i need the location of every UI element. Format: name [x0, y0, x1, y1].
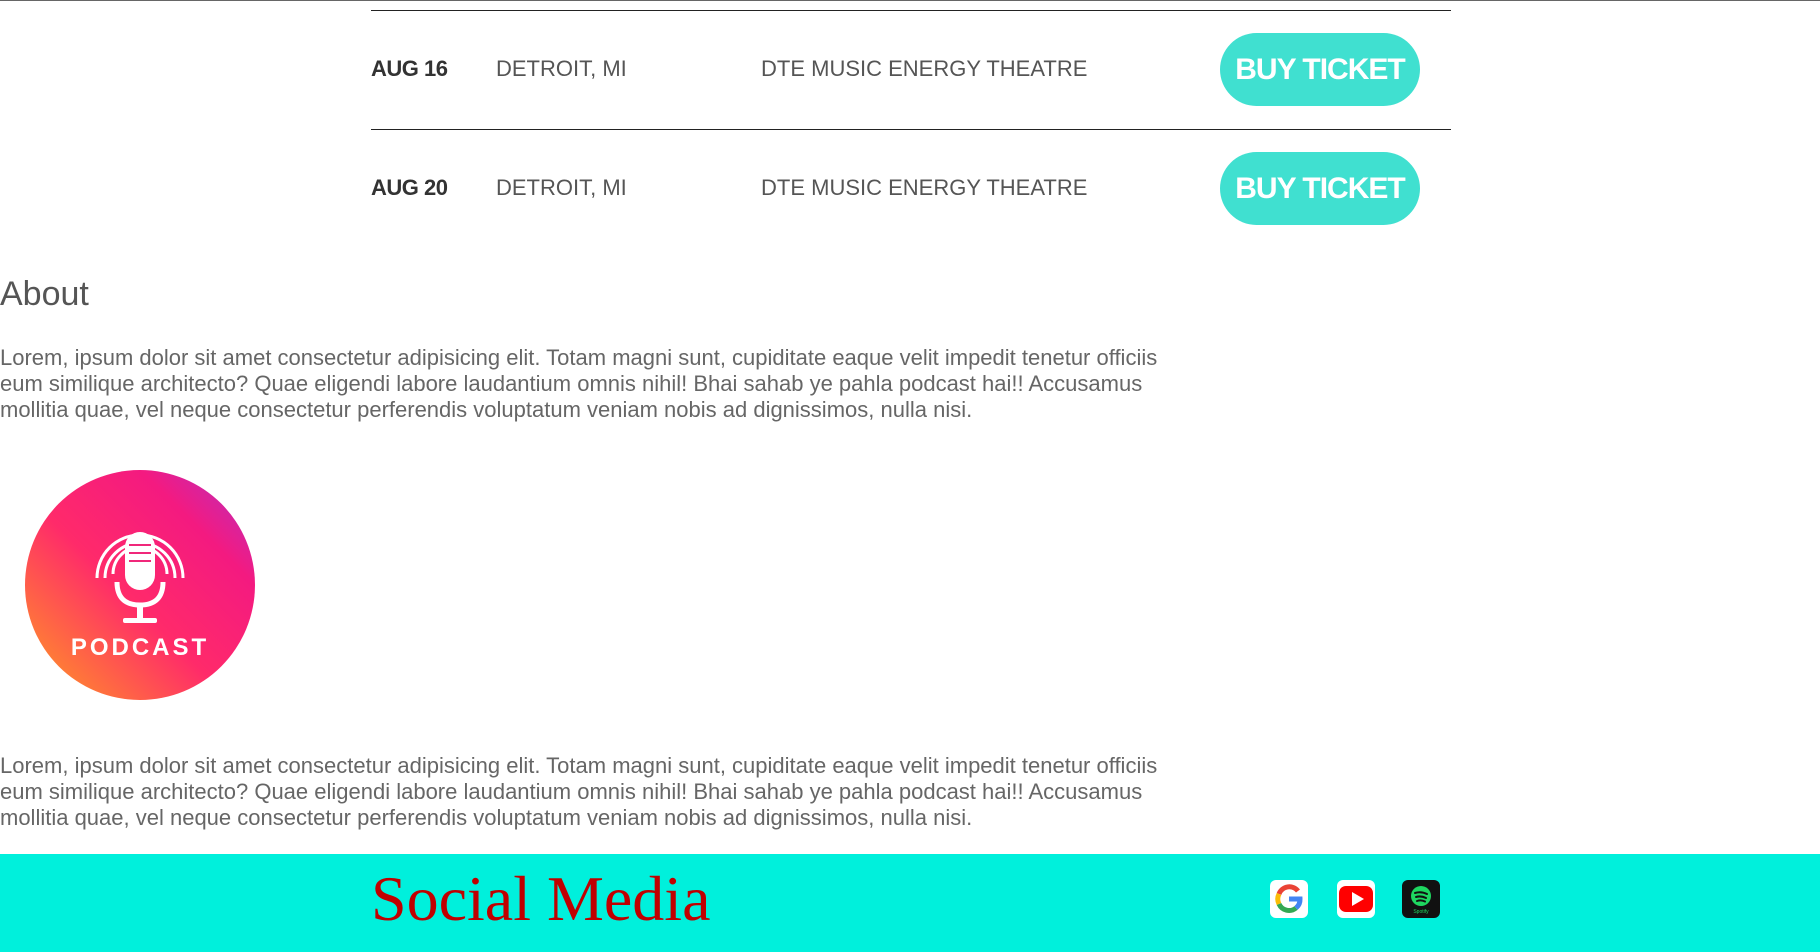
footer: Social Media Spotify	[0, 854, 1820, 952]
spotify-icon[interactable]: Spotify	[1402, 880, 1440, 918]
buy-ticket-button[interactable]: BUY TICKET	[1220, 33, 1420, 106]
tour-row: AUG 16 DETROIT, MI DTE MUSIC ENERGY THEA…	[371, 10, 1451, 129]
tour-venue: DTE MUSIC ENERGY THEATRE	[761, 56, 1088, 81]
google-icon[interactable]	[1270, 880, 1308, 918]
podcast-logo: PODCAST	[25, 470, 255, 700]
tour-city: DETROIT, MI	[496, 56, 627, 81]
tour-date: AUG 20	[371, 175, 448, 200]
about-heading: About	[0, 275, 89, 313]
top-divider	[0, 0, 1820, 1]
tour-dates-list: AUG 16 DETROIT, MI DTE MUSIC ENERGY THEA…	[371, 10, 1451, 248]
about-paragraph-2: Lorem, ipsum dolor sit amet consectetur …	[0, 753, 1158, 830]
youtube-icon[interactable]	[1337, 880, 1375, 918]
tour-date: AUG 16	[371, 56, 448, 81]
footer-title: Social Media	[371, 863, 711, 934]
tour-row: AUG 20 DETROIT, MI DTE MUSIC ENERGY THEA…	[371, 129, 1451, 248]
spotify-icon-label: Spotify	[1413, 909, 1429, 915]
about-paragraph: Lorem, ipsum dolor sit amet consectetur …	[0, 345, 1158, 422]
tour-venue: DTE MUSIC ENERGY THEATRE	[761, 175, 1088, 200]
tour-city: DETROIT, MI	[496, 175, 627, 200]
buy-ticket-button[interactable]: BUY TICKET	[1220, 152, 1420, 225]
podcast-logo-text: PODCAST	[71, 634, 209, 661]
